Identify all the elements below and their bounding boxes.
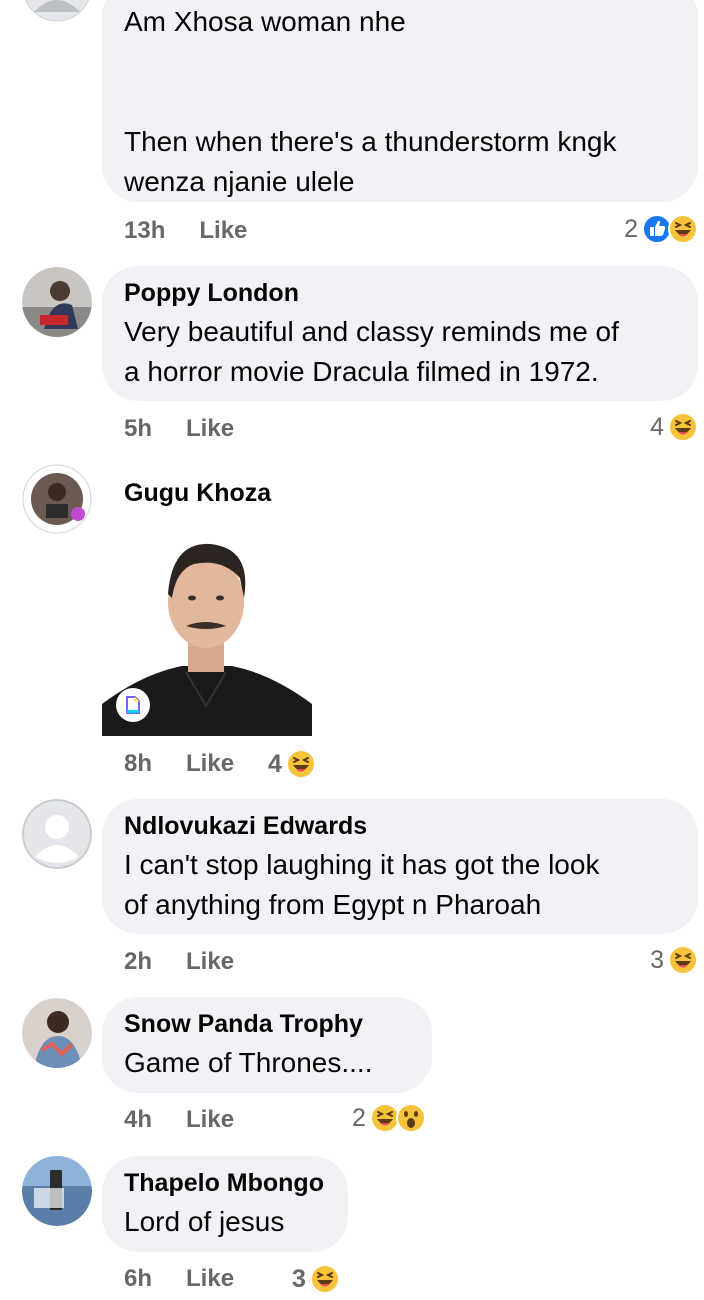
- reaction-summary[interactable]: 2: [624, 212, 698, 246]
- comment-meta: 5h Like: [124, 412, 234, 446]
- comment-text: Lord of jesus: [124, 1206, 285, 1237]
- reaction-summary[interactable]: 4: [268, 747, 316, 781]
- comment-author[interactable]: Poppy London: [124, 278, 676, 308]
- like-button[interactable]: Like: [186, 750, 234, 778]
- avatar[interactable]: [22, 1156, 92, 1226]
- comment-time[interactable]: 5h: [124, 415, 152, 443]
- comment-bubble: Poppy London Very beautiful and classy r…: [102, 266, 698, 401]
- comment-meta: 2h Like: [124, 945, 234, 979]
- reaction-count: 3: [650, 945, 664, 974]
- comment-time[interactable]: 8h: [124, 750, 152, 778]
- laugh-emoji-icon: [668, 945, 698, 975]
- comment-meta: 13h Like: [124, 214, 247, 248]
- avatar[interactable]: [22, 998, 92, 1068]
- laugh-emoji-icon: [668, 412, 698, 442]
- comment-bubble: Thapelo Mbongo Lord of jesus: [102, 1156, 348, 1252]
- comment-time[interactable]: 4h: [124, 1106, 152, 1134]
- reaction-count: 2: [624, 214, 638, 243]
- reaction-summary[interactable]: 2: [352, 1101, 426, 1135]
- comment-author[interactable]: Gugu Khoza: [124, 478, 271, 508]
- reaction-count: 4: [268, 749, 282, 778]
- comment-time[interactable]: 2h: [124, 948, 152, 976]
- reaction-count: 2: [352, 1103, 366, 1132]
- avatar[interactable]: [22, 464, 92, 534]
- reaction-count: 3: [292, 1264, 306, 1293]
- avatar[interactable]: [22, 267, 92, 337]
- reaction-summary[interactable]: 3: [292, 1262, 340, 1296]
- laugh-emoji-icon: [286, 749, 316, 779]
- like-button[interactable]: Like: [186, 1106, 234, 1134]
- comment-text: Game of Thrones....: [124, 1047, 373, 1078]
- laugh-emoji-icon: [310, 1264, 340, 1294]
- comment-meta: 8h Like 4: [124, 747, 316, 781]
- comment-bubble: Snow Panda Trophy Game of Thrones....: [102, 997, 432, 1093]
- gif-icon: [116, 688, 150, 722]
- reaction-count: 4: [650, 412, 664, 441]
- like-button[interactable]: Like: [186, 948, 234, 976]
- like-button[interactable]: Like: [186, 1265, 234, 1293]
- comment-bubble: Ndlovukazi Edwards I can't stop laughing…: [102, 799, 698, 934]
- comment-author[interactable]: Ndlovukazi Edwards: [124, 811, 676, 841]
- comment-author[interactable]: Thapelo Mbongo: [124, 1168, 326, 1198]
- reaction-summary[interactable]: 3: [650, 943, 698, 977]
- like-button[interactable]: Like: [199, 217, 247, 245]
- comment-author[interactable]: Snow Panda Trophy: [124, 1009, 410, 1039]
- laugh-emoji-icon: [668, 214, 698, 244]
- comment-text: Very beautiful and classy reminds me of …: [124, 316, 619, 387]
- comment-time[interactable]: 6h: [124, 1265, 152, 1293]
- like-button[interactable]: Like: [186, 415, 234, 443]
- comment-bubble: Am Xhosa woman nhe Then when there's a t…: [102, 0, 698, 202]
- avatar[interactable]: [22, 799, 92, 869]
- comment-text: I can't stop laughing it has got the loo…: [124, 849, 600, 920]
- comment-meta: 6h Like 3: [124, 1262, 340, 1296]
- comment-time[interactable]: 13h: [124, 217, 165, 245]
- gif-attachment[interactable]: [102, 534, 312, 736]
- comment-text: Am Xhosa woman nhe Then when there's a t…: [124, 6, 617, 197]
- avatar[interactable]: [22, 0, 92, 22]
- reaction-summary[interactable]: 4: [650, 410, 698, 444]
- comment-meta: 4h Like: [124, 1103, 234, 1137]
- wow-emoji-icon: [396, 1103, 426, 1133]
